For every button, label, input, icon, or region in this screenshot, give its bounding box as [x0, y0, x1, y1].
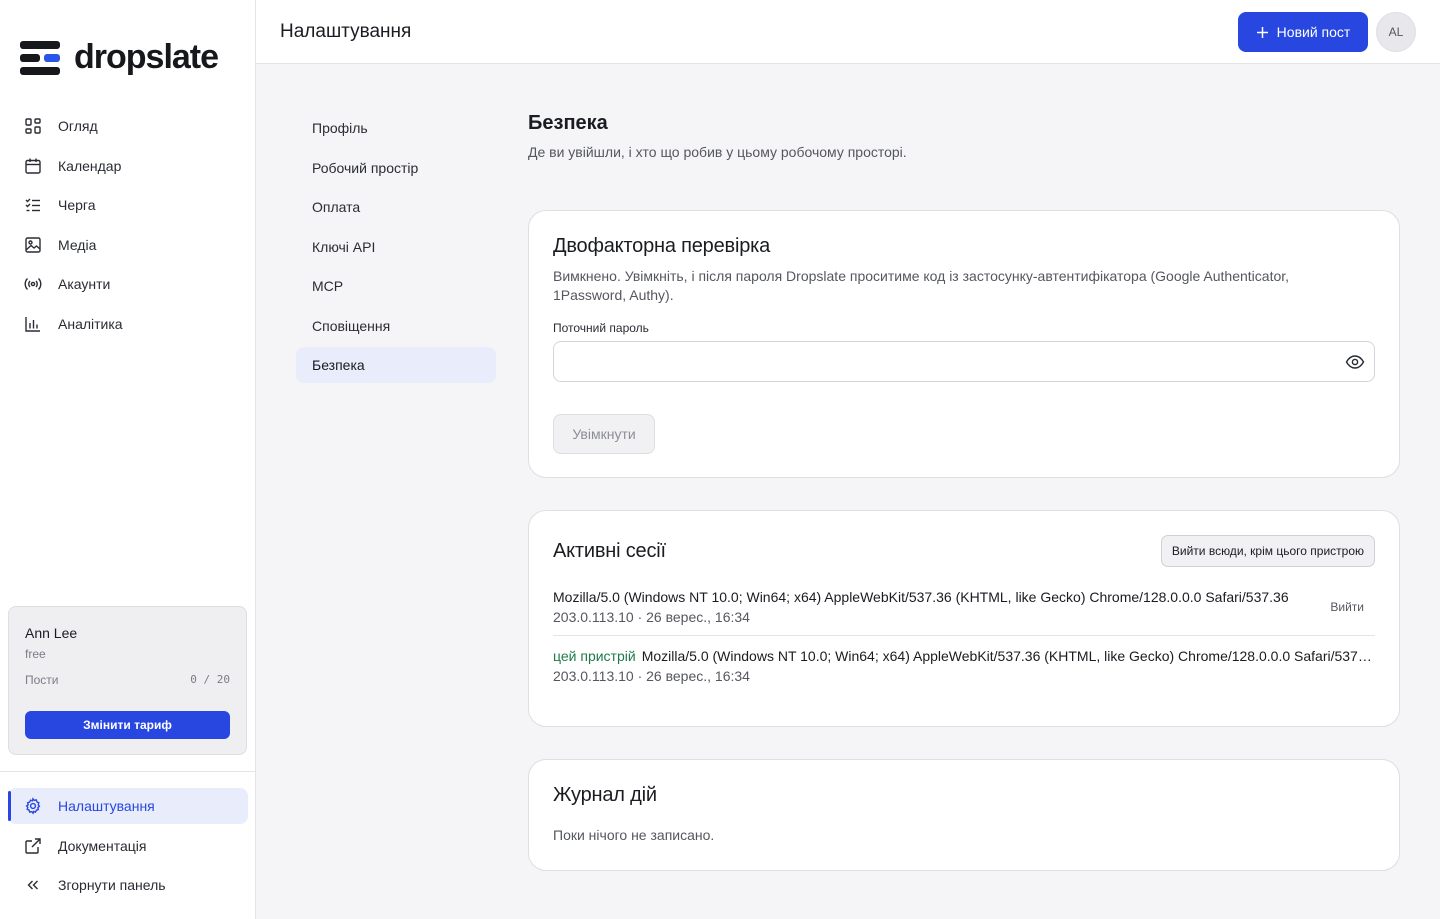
sidebar-item-docs[interactable]: Документація [8, 828, 248, 864]
plan-usage-label: Пости [25, 673, 59, 687]
gear-icon [25, 797, 41, 815]
sessions-title: Активні сесії [553, 539, 666, 562]
tab-workspace[interactable]: Робочий простір [296, 150, 496, 186]
new-post-label: Новий пост [1276, 24, 1351, 40]
bottom-nav: Налаштування Документація Згорнути панел… [8, 788, 248, 907]
activity-log-card: Журнал дій Поки нічого не записано. [528, 759, 1400, 871]
change-plan-button[interactable]: Змінити тариф [25, 711, 230, 739]
tab-billing[interactable]: Оплата [296, 189, 496, 225]
sidebar-item-label: Документація [58, 837, 147, 854]
session-meta: 203.0.113.10 · 26 верес., 16:34 [553, 609, 750, 625]
avatar[interactable]: AL [1376, 12, 1416, 52]
plan-user-name: Ann Lee [25, 625, 78, 641]
sidebar-item-label: Черга [58, 197, 96, 213]
session-info: цей пристрій Mozilla/5.0 (Windows NT 10.0… [553, 648, 1375, 684]
plan-usage-value: 0 / 20 [190, 673, 230, 686]
calendar-icon [25, 158, 41, 174]
current-password-input[interactable] [553, 341, 1375, 382]
password-field-wrap [553, 341, 1375, 382]
sidebar-item-label: Налаштування [58, 798, 155, 814]
tab-security[interactable]: Безпека [296, 347, 496, 383]
activity-log-title: Журнал дій [553, 784, 657, 806]
queue-icon [25, 198, 40, 212]
section-subtitle: Де ви увійшли, і хто що робив у цьому ро… [528, 144, 907, 160]
sidebar-divider [0, 771, 255, 772]
sidebar: dropslate Огляд Календар Черга Медіа Ака… [0, 0, 256, 919]
sessions-header: Активні сесії Вийти всюди, крім цього пр… [553, 535, 1375, 567]
eye-icon[interactable] [1345, 352, 1365, 372]
plan-tier: free [25, 647, 46, 661]
sidebar-item-accounts[interactable]: Акаунти [8, 266, 248, 302]
main-nav: Огляд Календар Черга Медіа Акаунти Аналі… [8, 108, 248, 345]
two-factor-card: Двофакторна перевірка Вимкнено. Увімкніт… [528, 210, 1400, 478]
session-user-agent: Mozilla/5.0 (Windows NT 10.0; Win64; x64… [553, 589, 1289, 605]
tab-mcp[interactable]: MCP [296, 268, 496, 304]
sidebar-item-calendar[interactable]: Календар [8, 148, 248, 184]
password-label: Поточний пароль [553, 321, 649, 335]
brand-name: dropslate [74, 38, 219, 76]
session-info: Mozilla/5.0 (Windows NT 10.0; Win64; x64… [553, 589, 1301, 625]
broadcast-icon [24, 278, 42, 290]
plus-icon [1256, 26, 1268, 38]
session-user-agent-line: цей пристрій Mozilla/5.0 (Windows NT 10.0… [553, 648, 1375, 664]
two-factor-description: Вимкнено. Увімкніть, і після пароля Drop… [553, 268, 1290, 303]
sidebar-item-label: Медіа [58, 236, 97, 253]
sidebar-item-overview[interactable]: Огляд [8, 108, 248, 144]
sidebar-item-label: Огляд [58, 118, 98, 134]
session-row: цей пристрій Mozilla/5.0 (Windows NT 10.0… [553, 635, 1375, 694]
session-meta: 203.0.113.10 · 26 верес., 16:34 [553, 668, 750, 684]
chevrons-left-icon [27, 880, 38, 890]
section-title: Безпека [528, 112, 608, 134]
sidebar-item-label: Згорнути панель [58, 877, 166, 893]
session-user-agent: Mozilla/5.0 (Windows NT 10.0; Win64; x64… [641, 648, 1375, 664]
section-header: Безпека Де ви увійшли, і хто що робив у … [528, 112, 1400, 160]
session-list: Mozilla/5.0 (Windows NT 10.0; Win64; x64… [553, 577, 1375, 694]
settings-nav: Профіль Робочий простір Оплата Ключі API… [296, 110, 496, 387]
collapse-sidebar-button[interactable]: Згорнути панель [8, 867, 248, 903]
enable-2fa-button[interactable]: Увімкнути [553, 414, 655, 454]
sidebar-item-label: Календар [58, 157, 122, 174]
sidebar-item-settings[interactable]: Налаштування [8, 788, 248, 824]
tab-notifications[interactable]: Сповіщення [296, 308, 496, 344]
sidebar-item-label: Акаунти [58, 276, 111, 292]
brand-logo[interactable]: dropslate [20, 38, 219, 77]
sidebar-item-media[interactable]: Медіа [8, 227, 248, 263]
sidebar-item-analytics[interactable]: Аналітика [8, 306, 248, 342]
grid-icon [25, 118, 41, 134]
session-logout-button[interactable]: Вийти [1330, 600, 1375, 614]
sidebar-item-label: Аналітика [58, 315, 123, 332]
session-row: Mozilla/5.0 (Windows NT 10.0; Win64; x64… [553, 577, 1375, 635]
tab-api-keys[interactable]: Ключі API [296, 229, 496, 265]
page-title: Налаштування [280, 21, 412, 42]
top-bar: Налаштування Новий пост AL [256, 0, 1440, 64]
activity-log-empty: Поки нічого не записано. [553, 827, 715, 843]
current-device-badge: цей пристрій [553, 648, 636, 664]
logo-mark-icon [20, 40, 60, 75]
sidebar-item-queue[interactable]: Черга [8, 187, 248, 223]
plan-usage: Пости 0 / 20 [25, 673, 230, 687]
new-post-button[interactable]: Новий пост [1238, 12, 1368, 52]
tab-profile[interactable]: Профіль [296, 110, 496, 146]
plan-card: Ann Lee free Пости 0 / 20 Змінити тариф [8, 606, 247, 755]
two-factor-title: Двофакторна перевірка [553, 235, 771, 257]
sessions-card: Активні сесії Вийти всюди, крім цього пр… [528, 510, 1400, 727]
chart-icon [25, 316, 40, 332]
logout-everywhere-button[interactable]: Вийти всюди, крім цього пристрою [1160, 535, 1375, 567]
image-icon [25, 236, 41, 253]
external-link-icon [25, 837, 41, 854]
